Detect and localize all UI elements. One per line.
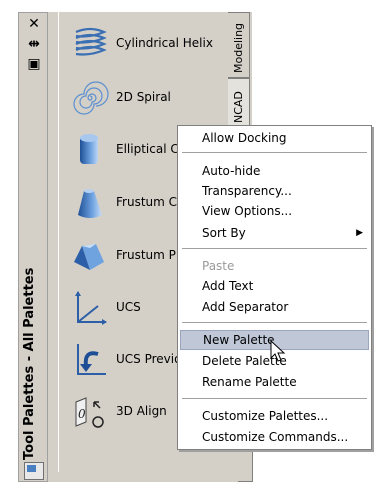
menu-item-allow-docking[interactable]: Allow Docking xyxy=(180,128,369,148)
menu-separator xyxy=(182,322,367,323)
elliptical-cylinder-icon xyxy=(80,134,98,164)
menu-item-customize-palettes[interactable]: Customize Palettes... xyxy=(180,406,369,426)
svg-text:0: 0 xyxy=(78,407,86,421)
properties-icon[interactable]: ▣ xyxy=(26,56,42,72)
tool-2d-spiral[interactable]: 2D Spiral xyxy=(70,78,220,118)
menu-item-add-text[interactable]: Add Text xyxy=(180,276,369,296)
tool-cylindrical-helix[interactable]: Cylindrical Helix xyxy=(70,24,220,64)
menu-item-sort-by[interactable]: Sort By ▶ xyxy=(180,223,369,243)
spiral-icon xyxy=(73,81,109,115)
menu-separator xyxy=(182,248,367,249)
helix-icon xyxy=(75,27,107,56)
menu-item-customize-commands[interactable]: Customize Commands... xyxy=(180,427,369,447)
tab-modeling[interactable]: Modeling xyxy=(228,12,250,78)
menu-item-view-options[interactable]: View Options... xyxy=(180,201,369,221)
palette-menu-icon[interactable] xyxy=(24,462,44,480)
ucs-previous-icon xyxy=(77,344,106,375)
ucs-icon xyxy=(75,291,107,325)
menu-item-sort-by-label: Sort By xyxy=(202,226,246,240)
menu-separator xyxy=(182,398,367,399)
3d-align-icon: 0 xyxy=(75,397,104,428)
close-icon[interactable]: ✕ xyxy=(26,16,42,32)
tab-ncad[interactable]: NCAD xyxy=(228,78,250,128)
menu-separator xyxy=(182,152,367,153)
auto-hide-icon[interactable]: ⇹ xyxy=(26,36,42,52)
menu-item-rename-palette[interactable]: Rename Palette xyxy=(180,372,369,392)
context-menu: Allow Docking Auto-hide Transparency... … xyxy=(177,125,372,450)
menu-item-auto-hide[interactable]: Auto-hide xyxy=(180,161,369,181)
frustum-cone-icon xyxy=(78,189,102,218)
menu-item-add-separator[interactable]: Add Separator xyxy=(180,297,369,317)
frustum-pyramid-icon xyxy=(74,244,104,270)
mouse-cursor-icon xyxy=(270,340,286,362)
menu-item-transparency[interactable]: Transparency... xyxy=(180,181,369,201)
submenu-arrow-icon: ▶ xyxy=(356,228,363,238)
menu-item-paste: Paste xyxy=(202,259,235,273)
